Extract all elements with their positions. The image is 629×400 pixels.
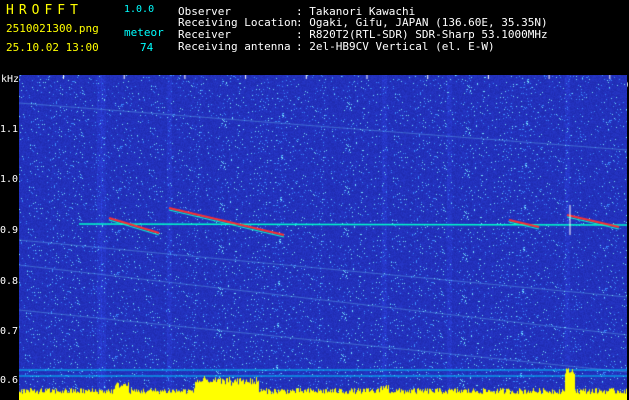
y-tick-label: 0.9 bbox=[0, 225, 19, 236]
y-tick-label: 1.0 bbox=[0, 174, 19, 185]
spectrogram-canvas bbox=[19, 75, 627, 400]
spectrogram bbox=[19, 75, 627, 400]
y-tick-label: 0.7 bbox=[0, 326, 19, 337]
antenna-label: Receiving antenna bbox=[178, 40, 291, 53]
y-tick-label: 0.8 bbox=[0, 276, 19, 287]
receiver-label: Receiver bbox=[178, 28, 231, 41]
observation-datetime: 25.10.02 13:00 bbox=[6, 41, 99, 54]
location-label: Receiving Location bbox=[178, 16, 298, 29]
frequency-unit-label: kHz bbox=[1, 74, 20, 85]
receiver-value: : R820T2(RTL-SDR) SDR-Sharp 53.1000MHz bbox=[296, 28, 548, 41]
location-value: : Ogaki, Gifu, JAPAN (136.60E, 35.35N) bbox=[296, 16, 548, 29]
hrofft-window: HROFFT 1.0.0 2510021300.png meteor 25.10… bbox=[0, 0, 629, 400]
y-tick-label: 0.6 bbox=[0, 375, 19, 386]
app-title: HROFFT bbox=[6, 3, 83, 18]
y-tick-label: 1.1 bbox=[0, 124, 19, 135]
file-name: 2510021300.png bbox=[6, 22, 99, 35]
app-version: 1.0.0 bbox=[124, 4, 155, 15]
antenna-value: : 2el-HB9CV Vertical (el. E-W) bbox=[296, 40, 495, 53]
mode-label: meteor bbox=[124, 26, 164, 39]
meteor-count: 74 bbox=[140, 41, 154, 54]
